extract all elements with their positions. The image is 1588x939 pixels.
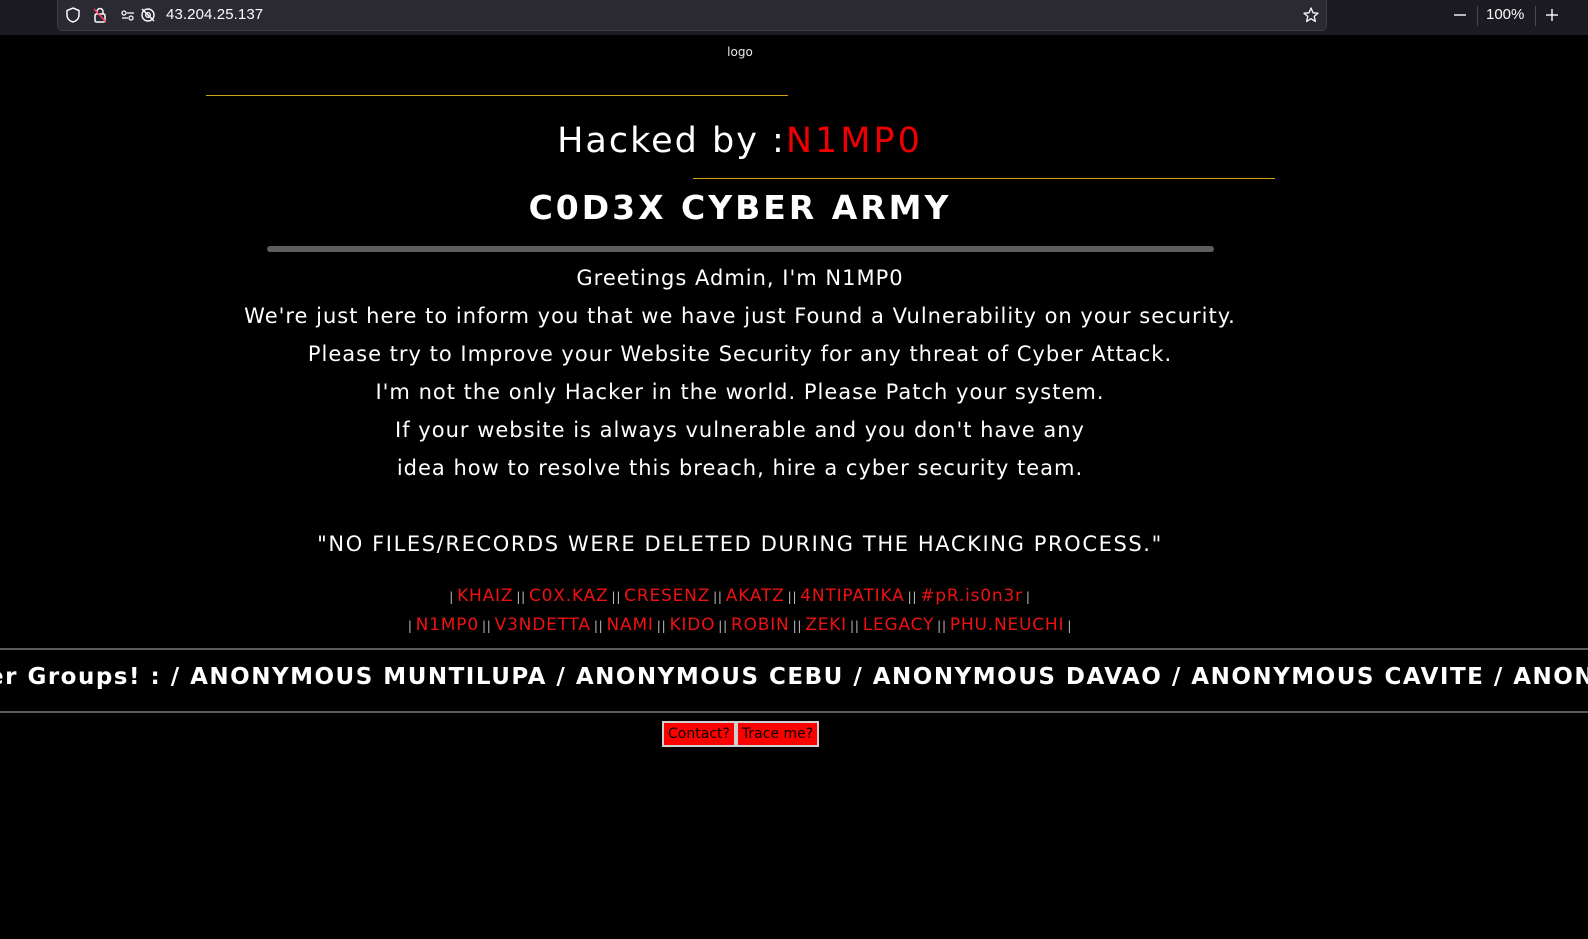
member-name: CRESENZ — [624, 586, 711, 606]
member-name: NAMI — [606, 615, 654, 635]
message-line: I'm not the only Hacker in the world. Pl… — [375, 380, 1105, 404]
marquee-text: er Groups! : / ANONYMOUS MUNTILUPA / ANO… — [0, 664, 1588, 690]
contact-button[interactable]: Contact? — [662, 721, 736, 747]
member-name: N1MP0 — [415, 615, 479, 635]
member-name: V3NDETTA — [494, 615, 591, 635]
members-row: | N1MP0 || V3NDETTA || NAMI || KIDO || ROBIN || ZEK… — [407, 615, 1073, 635]
disclaimer: "NO FILES/RECORDS WERE DELETED DURING TH… — [317, 532, 1163, 556]
group-name: C0D3X CYBER ARMY — [528, 188, 952, 227]
hacker-name: N1MP0 — [785, 121, 923, 161]
message-line: We're just here to inform you that we ha… — [244, 304, 1236, 328]
member-name: 4NTIPATIKA — [800, 586, 905, 606]
browser-toolbar: 43.204.25.137 100% — [0, 0, 1588, 35]
lock-insecure-icon[interactable] — [91, 6, 109, 24]
groups-marquee: er Groups! : / ANONYMOUS MUNTILUPA / ANO… — [0, 648, 1588, 713]
message-line: Greetings Admin, I'm N1MP0 — [576, 266, 904, 290]
member-name: ROBIN — [730, 615, 790, 635]
member-name: PHU.NEUCHI — [949, 615, 1065, 635]
gold-divider — [693, 178, 1275, 179]
permissions-icon[interactable] — [119, 6, 137, 24]
member-name: KHAIZ — [457, 586, 514, 606]
action-buttons: Contact? Trace me? — [662, 721, 820, 747]
shield-icon[interactable] — [64, 6, 82, 24]
bookmark-star-icon[interactable] — [1302, 6, 1320, 24]
gold-divider — [206, 95, 788, 96]
member-name: LEGACY — [862, 615, 935, 635]
toolbar-separator — [1535, 6, 1536, 26]
logo-image: logo — [727, 45, 753, 59]
member-name: #pR.is0n3r — [920, 586, 1023, 606]
member-name: KIDO — [669, 615, 716, 635]
message-line: Please try to Improve your Website Secur… — [307, 342, 1173, 366]
zoom-level[interactable]: 100% — [1486, 6, 1524, 23]
toolbar-separator — [1477, 6, 1478, 26]
grey-divider — [267, 246, 1214, 252]
title-prefix: Hacked by : — [557, 121, 786, 161]
zoom-in-icon[interactable] — [1542, 5, 1562, 25]
member-name: ZEKI — [805, 615, 847, 635]
members-row: | KHAIZ || C0X.KAZ || CRESENZ || AKATZ || 4NTIPAT… — [449, 586, 1031, 606]
member-name: AKATZ — [725, 586, 785, 606]
page-body: logo Hacked by :N1MP0 C0D3X CYBER ARMY G… — [0, 35, 1588, 939]
page-title: Hacked by :N1MP0 — [0, 121, 1480, 161]
url-text[interactable]: 43.204.25.137 — [166, 6, 263, 23]
message-line: If your website is always vulnerable and… — [395, 418, 1085, 442]
message-line: idea how to resolve this breach, hire a … — [396, 456, 1084, 480]
tracking-off-icon[interactable] — [139, 6, 157, 24]
zoom-out-icon[interactable] — [1450, 5, 1470, 25]
address-bar[interactable]: 43.204.25.137 — [57, 0, 1327, 31]
member-name: C0X.KAZ — [529, 586, 609, 606]
trace-button[interactable]: Trace me? — [735, 721, 820, 747]
